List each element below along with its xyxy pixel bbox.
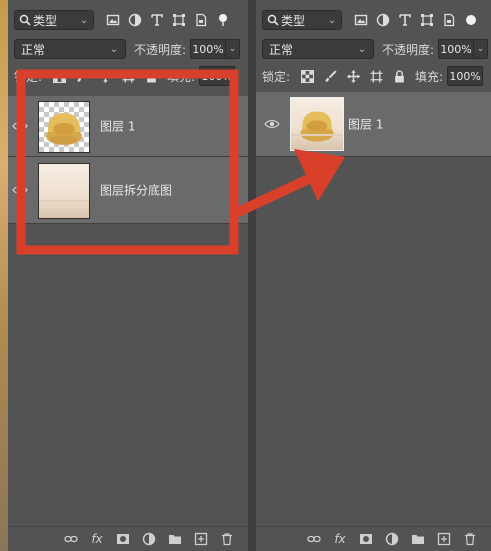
blend-opacity-row: 正常 ⌄ 不透明度: 100% ⌄ [256, 37, 491, 61]
layers-bottom-bar: fx [8, 526, 248, 551]
fx-icon[interactable]: fx [90, 532, 104, 546]
layer-row-1[interactable]: 图层 1 [8, 96, 248, 157]
shape-filter-icon[interactable] [172, 13, 186, 27]
layers-bottom-bar: fx [256, 526, 491, 551]
layer-name-merged[interactable]: 图层 1 [348, 116, 383, 133]
sofa-icon [46, 113, 82, 145]
opacity-chevron-icon[interactable]: ⌄ [474, 39, 489, 59]
lock-transparent-icon[interactable] [53, 69, 67, 83]
sofa-icon [300, 111, 334, 142]
image-filter-icon[interactable] [106, 13, 120, 27]
filter-row: 类型 ⌄ [8, 8, 248, 32]
layer-row-2[interactable]: 图层拆分底图 [8, 157, 248, 224]
lock-fill-row: 锁定: 填充: 100% [256, 64, 491, 88]
lock-move-icon[interactable] [99, 69, 113, 83]
trash-icon[interactable] [220, 532, 234, 546]
adjustment-layer-icon[interactable] [385, 532, 399, 546]
fill-label: 填充: [415, 69, 444, 84]
chevron-down-icon: ⌄ [357, 43, 367, 55]
lock-move-icon[interactable] [347, 69, 361, 83]
search-icon [267, 14, 279, 26]
chevron-down-icon: ⌄ [109, 43, 119, 55]
eye-icon[interactable] [12, 185, 28, 195]
fill-label: 填充: [167, 69, 196, 84]
type-filter-icon[interactable] [150, 13, 164, 27]
chevron-down-icon: ⌄ [79, 14, 89, 26]
lock-brush-icon[interactable] [324, 69, 337, 83]
group-folder-icon[interactable] [168, 532, 182, 546]
new-layer-icon[interactable] [437, 532, 451, 546]
eye-icon[interactable] [264, 119, 280, 129]
lock-fill-row: 锁定: 填充: 100% [8, 64, 248, 88]
lock-brush-icon[interactable] [76, 69, 89, 83]
blend-opacity-row: 正常 ⌄ 不透明度: 100% ⌄ [8, 37, 248, 61]
blend-mode-value: 正常 [21, 42, 46, 57]
lock-artboard-icon[interactable] [370, 70, 383, 83]
blend-mode-value: 正常 [269, 42, 294, 57]
layer-thumbnail-room [38, 163, 90, 219]
panel-divider [248, 0, 256, 551]
blend-mode-select[interactable]: 正常 ⌄ [262, 39, 374, 59]
layers-panel-before: 类型 ⌄ 正常 ⌄ 不透明度: 100% ⌄ 锁定: 填充: 100% 图层 1… [8, 0, 248, 551]
chevron-down-icon: ⌄ [327, 14, 337, 26]
canvas-edge [0, 0, 8, 551]
mask-icon[interactable] [359, 532, 373, 546]
opacity-label: 不透明度: [382, 42, 435, 57]
adjustment-layer-icon[interactable] [142, 532, 156, 546]
smart-object-filter-icon[interactable] [442, 13, 456, 27]
fill-input[interactable]: 100% [199, 66, 236, 86]
fill-input[interactable]: 100% [447, 66, 484, 86]
lock-all-icon[interactable] [393, 69, 406, 83]
mask-icon[interactable] [116, 532, 130, 546]
layer-thumbnail-sofa [38, 101, 90, 153]
layer-thumbnail-merged [290, 97, 344, 151]
layer-name-2[interactable]: 图层拆分底图 [100, 182, 172, 199]
group-folder-icon[interactable] [411, 532, 425, 546]
opacity-label: 不透明度: [134, 42, 187, 57]
eye-icon[interactable] [12, 121, 28, 131]
trash-icon[interactable] [463, 532, 477, 546]
layer-name-1[interactable]: 图层 1 [100, 118, 135, 135]
lock-artboard-icon[interactable] [122, 70, 135, 83]
filter-kind-label: 类型 [33, 13, 58, 28]
fx-icon[interactable]: fx [333, 532, 347, 546]
adjustment-filter-icon[interactable] [376, 13, 390, 27]
filter-toggle-icon[interactable] [464, 13, 478, 27]
filter-toggle-icon[interactable] [216, 13, 230, 27]
filter-kind-label: 类型 [281, 13, 306, 28]
new-layer-icon[interactable] [194, 532, 208, 546]
search-icon [19, 14, 31, 26]
lock-all-icon[interactable] [145, 69, 158, 83]
lock-label: 锁定: [14, 69, 43, 84]
filter-kind-select[interactable]: 类型 ⌄ [14, 10, 94, 30]
opacity-input[interactable]: 100% [190, 39, 227, 59]
type-filter-icon[interactable] [398, 13, 412, 27]
blend-mode-select[interactable]: 正常 ⌄ [14, 39, 126, 59]
image-filter-icon[interactable] [354, 13, 368, 27]
shape-filter-icon[interactable] [420, 13, 434, 27]
filter-row: 类型 ⌄ [256, 8, 491, 32]
opacity-input[interactable]: 100% [438, 39, 475, 59]
filter-kind-select[interactable]: 类型 ⌄ [262, 10, 342, 30]
lock-label: 锁定: [262, 69, 291, 84]
layer-row-merged[interactable]: 图层 1 [256, 92, 491, 157]
link-icon[interactable] [64, 532, 78, 546]
adjustment-filter-icon[interactable] [128, 13, 142, 27]
link-icon[interactable] [307, 532, 321, 546]
smart-object-filter-icon[interactable] [194, 13, 208, 27]
opacity-chevron-icon[interactable]: ⌄ [226, 39, 241, 59]
lock-transparent-icon[interactable] [301, 69, 315, 83]
layers-panel-after: 类型 ⌄ 正常 ⌄ 不透明度: 100% ⌄ 锁定: 填充: 100% 图层 1… [256, 0, 491, 551]
